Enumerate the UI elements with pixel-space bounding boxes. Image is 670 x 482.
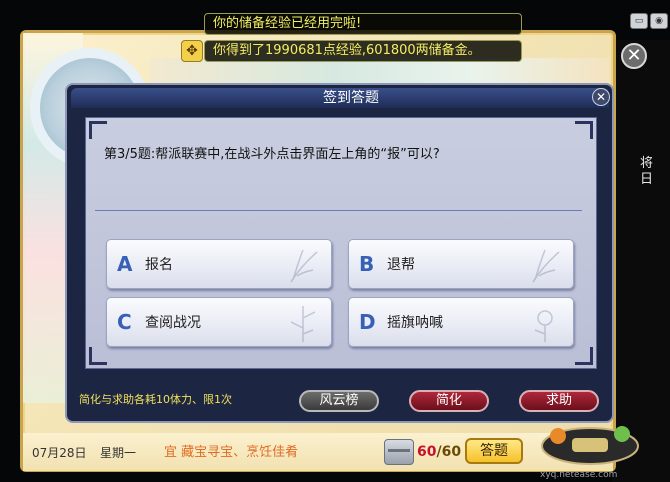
right-side-panel [612, 40, 670, 482]
chrysanthemum-decoration-icon [534, 310, 553, 342]
right-panel-text-2: 日 [640, 172, 654, 187]
system-message-reward: 你得到了1990681点经验,601800两储备金。 [204, 40, 522, 62]
quiz-counter: 60/60 [417, 443, 461, 461]
ranking-button[interactable]: 风云榜 [299, 390, 379, 412]
answer-letter: D [359, 310, 376, 334]
answer-label: 报名 [145, 257, 173, 273]
answer-label: 摇旗呐喊 [387, 315, 443, 331]
treasure-chest-icon[interactable] [384, 439, 414, 465]
system-message-reserve-exp: 你的储备经验已经用完啦! [204, 13, 522, 35]
answer-letter: C [117, 310, 132, 334]
answer-option-d[interactable]: D 摇旗呐喊 [348, 297, 574, 347]
answer-option-c[interactable]: C 查阅战况 [106, 297, 332, 347]
camera-icon[interactable]: ◉ [650, 13, 668, 29]
top-right-icons: ▭ ◉ [630, 13, 670, 31]
corner-ornament [575, 347, 593, 365]
weekday-label: 星期一 [100, 446, 137, 460]
orchid-decoration-icon [290, 249, 318, 283]
bamboo-decoration-icon [290, 306, 316, 342]
counter-current: 60 [417, 444, 437, 460]
counter-max: 60 [441, 444, 462, 460]
daily-fortune-text: 宜 藏宝寻宝、烹饪佳肴 [164, 445, 299, 460]
answer-option-b[interactable]: B 退帮 [348, 239, 574, 289]
orchid-decoration-icon [532, 249, 560, 283]
game-logo [541, 426, 639, 465]
answer-letter: B [359, 252, 375, 276]
dialog-close-button[interactable]: ✕ [592, 88, 610, 106]
answer-letter: A [117, 252, 133, 276]
answer-label: 查阅战况 [145, 315, 201, 331]
corner-ornament [575, 121, 593, 139]
question-text: 第3/5题:帮派联赛中,在战斗外点击界面左上角的“报”可以? [104, 147, 440, 162]
dialog-title: 签到答题 [323, 90, 379, 106]
simplify-button[interactable]: 简化 [409, 390, 489, 412]
screen-icon[interactable]: ▭ [630, 13, 648, 29]
logo-url-text: xyq.netease.com [540, 470, 618, 480]
question-divider [95, 210, 582, 211]
corner-ornament [89, 347, 107, 365]
corner-ornament [89, 121, 107, 139]
answer-option-a[interactable]: A 报名 [106, 239, 332, 289]
move-icon[interactable]: ✥ [181, 40, 203, 62]
answer-quiz-button[interactable]: 答题 [465, 438, 523, 464]
answer-label: 退帮 [387, 257, 415, 273]
date-label: 07月28日 [32, 446, 87, 460]
ask-help-button[interactable]: 求助 [519, 390, 599, 412]
cost-note: 简化与求助各耗10体力、限1次 [79, 393, 232, 406]
window-close-button[interactable]: ✕ [621, 43, 647, 69]
